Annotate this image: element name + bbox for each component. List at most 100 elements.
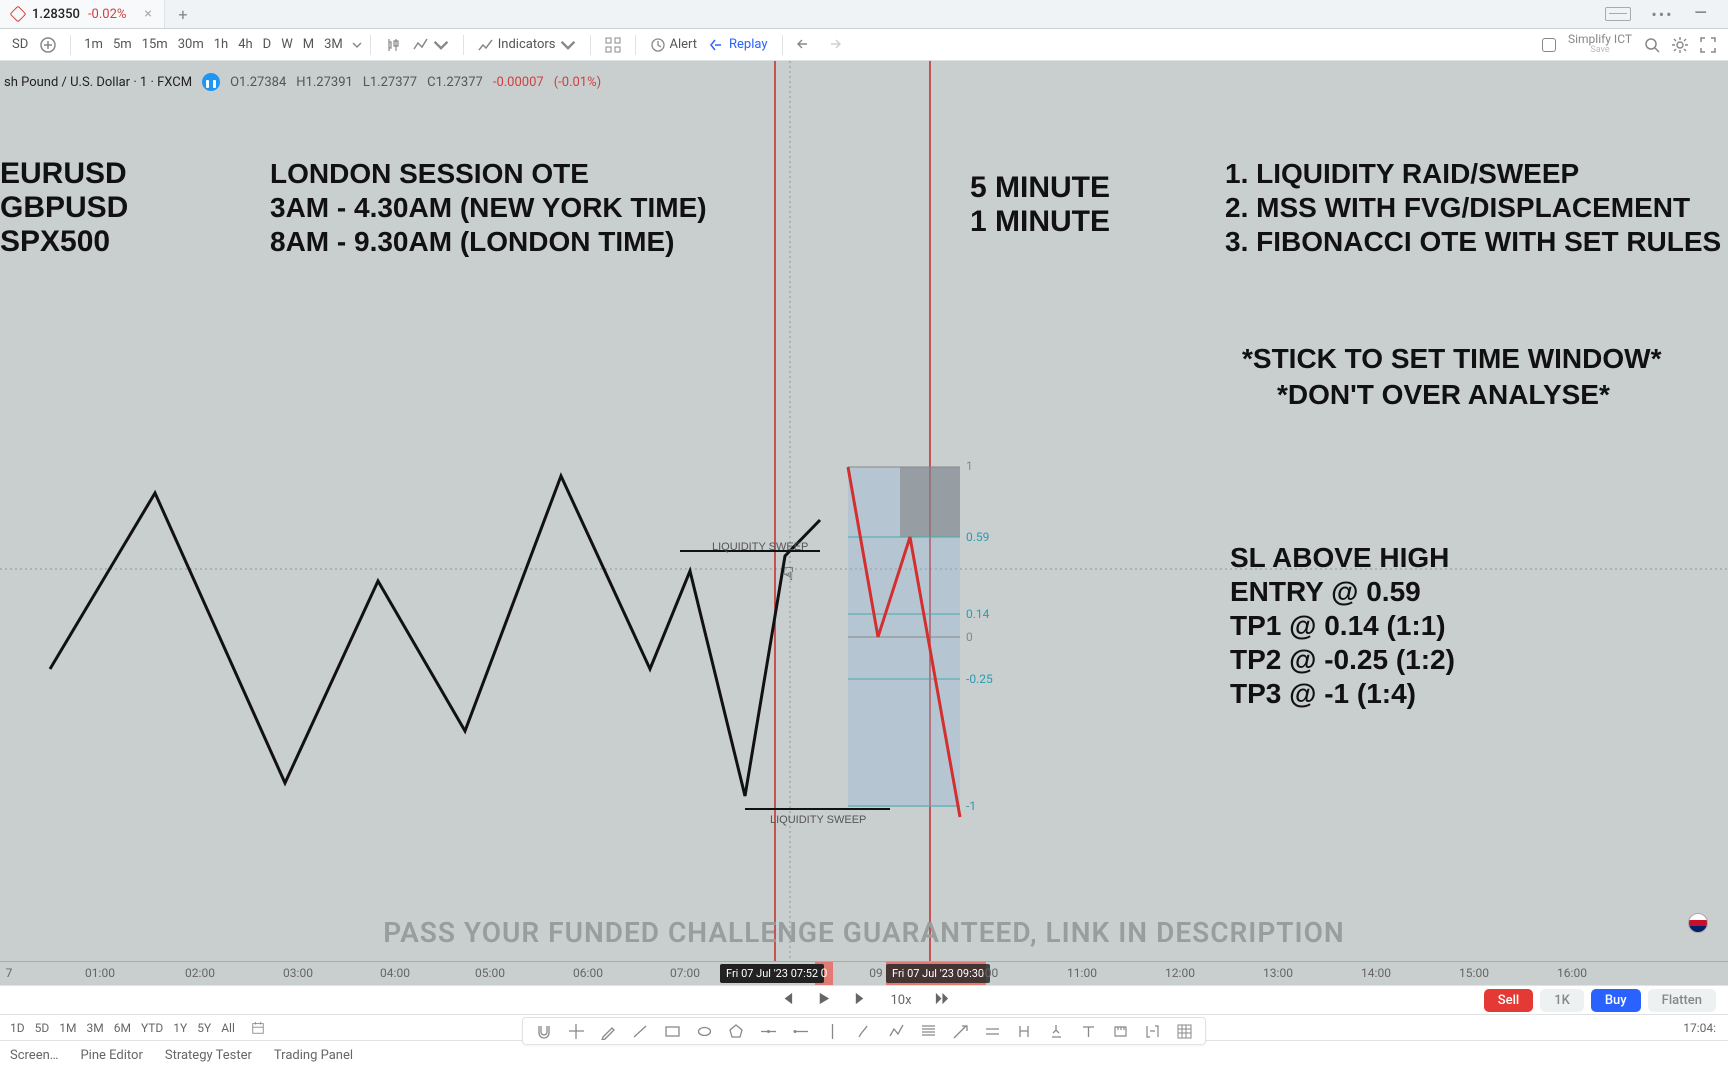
fib-0: 0 xyxy=(966,630,973,644)
interval-d[interactable]: D xyxy=(258,33,277,56)
vline-tool[interactable] xyxy=(821,1021,843,1041)
fib-n1: -1 xyxy=(966,799,976,813)
flatten-button[interactable]: Flatten xyxy=(1648,989,1716,1012)
brush-tool[interactable] xyxy=(853,1021,875,1041)
undo-icon xyxy=(797,37,813,53)
interval-w[interactable]: W xyxy=(276,33,298,56)
amount-button[interactable]: 1K xyxy=(1540,989,1584,1012)
replay-start-button[interactable] xyxy=(779,991,794,1010)
sell-button[interactable]: Sell xyxy=(1484,989,1533,1012)
range-5d[interactable]: 5D xyxy=(35,1021,50,1035)
alert-button[interactable]: Alert xyxy=(644,33,704,57)
interval-5m[interactable]: 5m xyxy=(108,33,137,56)
new-tab-button[interactable]: + xyxy=(165,0,201,28)
interval-m[interactable]: M xyxy=(298,33,319,56)
line-type-button[interactable] xyxy=(407,33,455,57)
logo-icon xyxy=(10,6,27,23)
layout-icon[interactable] xyxy=(1605,7,1631,21)
pencil-tool[interactable] xyxy=(597,1021,619,1041)
interval-group: 1m 5m 15m 30m 1h 4h D W M 3M xyxy=(79,33,362,56)
interval-4h[interactable]: 4h xyxy=(233,33,257,56)
range-1y[interactable]: 1Y xyxy=(173,1021,187,1035)
replay-speed[interactable]: 10x xyxy=(890,993,911,1008)
fib-014: 0.14 xyxy=(966,607,989,621)
replay-play-button[interactable] xyxy=(816,991,831,1010)
session-block: LONDON SESSION OTE 3AM - 4.30AM (NEW YOR… xyxy=(270,157,707,259)
range-bar: 1D 5D 1M 3M 6M YTD 1Y 5Y All 17:04: xyxy=(0,1015,1728,1041)
time-flag-2: Fri 07 Jul '23 09:30 xyxy=(886,964,990,983)
magnet-tool[interactable] xyxy=(533,1021,555,1041)
t-02: 02:00 xyxy=(185,966,215,980)
range-1m[interactable]: 1M xyxy=(59,1021,76,1035)
calendar-icon[interactable] xyxy=(251,1021,265,1035)
banner-text: PASS YOUR FUNDED CHALLENGE GUARANTEED, L… xyxy=(0,916,1728,949)
chevron-down-icon[interactable] xyxy=(352,40,362,50)
templates-button[interactable] xyxy=(599,33,627,57)
simplify-checkbox[interactable] xyxy=(1542,38,1556,52)
simplify-label[interactable]: Simplify ICTSave xyxy=(1568,34,1632,56)
range-ytd[interactable]: YTD xyxy=(141,1021,163,1035)
interval-15m[interactable]: 15m xyxy=(137,33,173,56)
interval-1h[interactable]: 1h xyxy=(209,33,233,56)
fib-1: 1 xyxy=(966,459,973,473)
range-6m[interactable]: 6M xyxy=(114,1021,131,1035)
t-06: 06:00 xyxy=(573,966,603,980)
replay-step-button[interactable] xyxy=(853,991,868,1010)
trend-tool[interactable] xyxy=(629,1021,651,1041)
indicators-button[interactable]: Indicators xyxy=(472,33,582,57)
range-tool[interactable] xyxy=(1013,1021,1035,1041)
time-axis[interactable]: 7 01:00 02:00 03:00 04:00 05:00 06:00 07… xyxy=(0,961,1728,985)
ohlc-o: O1.27384 xyxy=(230,75,286,90)
pattern-tool[interactable] xyxy=(1045,1021,1067,1041)
range-3m[interactable]: 3M xyxy=(86,1021,103,1035)
cross-tool[interactable] xyxy=(565,1021,587,1041)
strategy-tab[interactable]: Strategy Tester xyxy=(165,1048,252,1063)
ohlc-l: L1.27377 xyxy=(363,75,417,90)
range-all[interactable]: All xyxy=(221,1021,235,1035)
date-range-tool[interactable] xyxy=(1141,1021,1163,1041)
interval-30m[interactable]: 30m xyxy=(173,33,209,56)
t-07: 07:00 xyxy=(670,966,700,980)
fullscreen-icon[interactable] xyxy=(1700,37,1716,53)
replay-button[interactable]: Replay xyxy=(703,33,774,57)
path-tool[interactable] xyxy=(885,1021,907,1041)
rect-tool[interactable] xyxy=(661,1021,683,1041)
buy-button[interactable]: Buy xyxy=(1591,989,1641,1012)
chevron-down-icon xyxy=(433,37,449,53)
fib-tool[interactable] xyxy=(917,1021,939,1041)
interval-1m[interactable]: 1m xyxy=(79,33,108,56)
screenshot-tab[interactable]: Screen… xyxy=(10,1048,58,1063)
range-1d[interactable]: 1D xyxy=(10,1021,25,1035)
flag1b: 0 xyxy=(821,966,828,980)
undo-button[interactable] xyxy=(791,33,819,57)
chart-type-button[interactable] xyxy=(379,33,407,57)
text-tool[interactable] xyxy=(1077,1021,1099,1041)
measure-tool[interactable] xyxy=(1109,1021,1131,1041)
interval-3m[interactable]: 3M xyxy=(319,33,348,56)
ohlc-p: (-0.01%) xyxy=(554,75,601,90)
replay-bar: 10x Sell 1K Buy Flatten xyxy=(0,985,1728,1015)
symbol-search[interactable]: SD xyxy=(6,33,34,56)
tab-active[interactable]: 1.28350 -0.02% × xyxy=(0,0,165,28)
more-icon[interactable]: ••• xyxy=(1651,5,1673,24)
range-5y[interactable]: 5Y xyxy=(197,1021,211,1035)
search-icon[interactable] xyxy=(1644,37,1660,53)
add-symbol-button[interactable] xyxy=(34,33,62,57)
arrow-tool[interactable] xyxy=(949,1021,971,1041)
ray-tool[interactable] xyxy=(789,1021,811,1041)
draw-tools-dock xyxy=(522,1017,1206,1045)
grid-tool[interactable] xyxy=(1173,1021,1195,1041)
chart-area[interactable]: sh Pound / U.S. Dollar · 1 · FXCM O1.273… xyxy=(0,61,1728,961)
redo-button[interactable] xyxy=(819,33,847,57)
pine-tab[interactable]: Pine Editor xyxy=(80,1048,142,1063)
ellipse-tool[interactable] xyxy=(693,1021,715,1041)
minimize-icon[interactable]: – xyxy=(1694,12,1708,16)
replay-end-button[interactable] xyxy=(934,991,949,1010)
trading-panel-tab[interactable]: Trading Panel xyxy=(274,1048,353,1063)
hline-tool[interactable] xyxy=(757,1021,779,1041)
tab-close-icon[interactable]: × xyxy=(144,6,151,22)
poly-tool[interactable] xyxy=(725,1021,747,1041)
t-09a: 09 xyxy=(869,966,883,980)
gear-icon[interactable] xyxy=(1672,37,1688,53)
parallel-tool[interactable] xyxy=(981,1021,1003,1041)
